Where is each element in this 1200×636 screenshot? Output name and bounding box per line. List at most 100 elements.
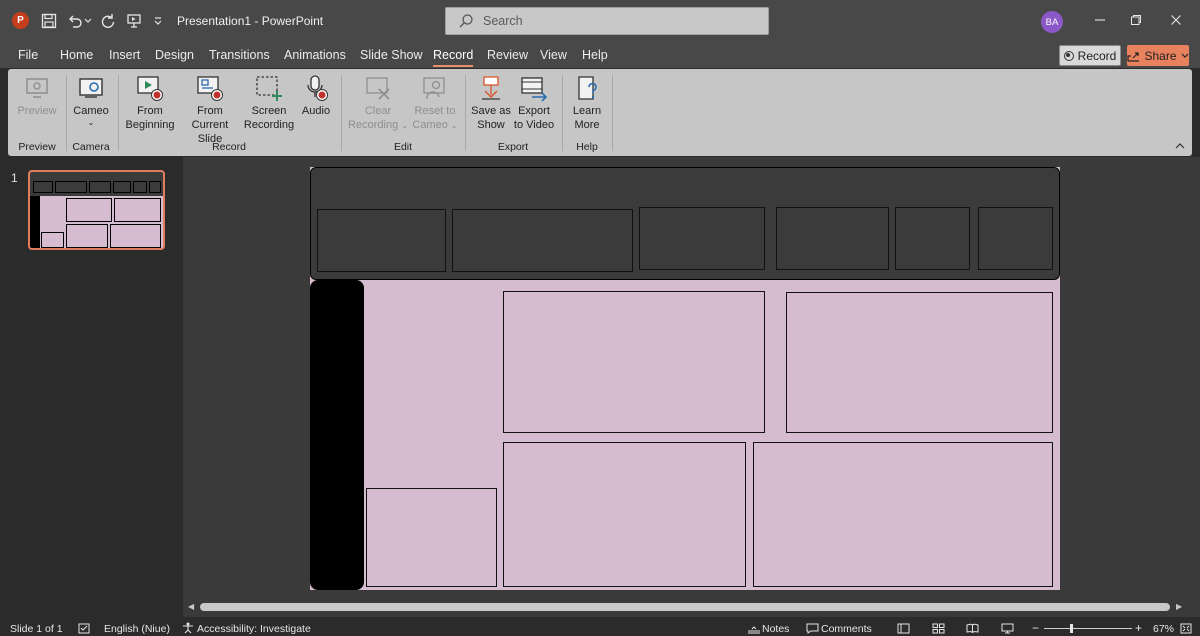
record-button-label: Record <box>1077 48 1117 63</box>
cameo-label: Cameo <box>73 105 109 117</box>
audio-button[interactable]: Audio <box>296 73 336 118</box>
slide-box[interactable] <box>895 207 970 270</box>
slide-counter: Slide 1 of 1 <box>10 623 63 635</box>
share-button-label: Share <box>1144 48 1177 63</box>
close-icon[interactable] <box>1162 8 1190 32</box>
learn-more-label: Learn <box>572 105 602 117</box>
save-as-show-button[interactable]: Save as Show <box>470 73 512 132</box>
tab-file[interactable]: File <box>18 48 38 62</box>
tab-transitions[interactable]: Transitions <box>209 48 270 62</box>
preview-label: Preview <box>17 105 57 117</box>
search-placeholder: Search <box>483 14 523 28</box>
slide-box[interactable] <box>776 207 889 270</box>
spelling-check-icon[interactable] <box>78 623 90 634</box>
search-box[interactable]: Search <box>445 7 769 35</box>
slide-box[interactable] <box>452 209 633 272</box>
audio-icon <box>307 75 328 101</box>
record-button[interactable]: Record <box>1059 45 1121 66</box>
zoom-in-button[interactable]: + <box>1135 621 1142 635</box>
normal-view-icon[interactable] <box>897 623 910 634</box>
thumb-box <box>110 224 161 248</box>
present-icon[interactable] <box>124 11 144 31</box>
reading-view-icon[interactable] <box>966 623 979 634</box>
save-as-show-label: Save as <box>471 105 511 117</box>
redo-icon[interactable] <box>98 11 118 31</box>
preview-button[interactable]: Preview <box>14 73 60 118</box>
slide-box[interactable] <box>639 207 765 270</box>
screen-recording-button[interactable]: Screen Recording <box>242 73 296 132</box>
notes-button[interactable]: Notes <box>762 623 789 635</box>
slide-sorter-icon[interactable] <box>932 623 945 634</box>
clear-recording-label: Clear <box>364 105 392 117</box>
restore-icon[interactable] <box>1122 8 1150 32</box>
tab-insert[interactable]: Insert <box>109 48 140 62</box>
search-icon <box>459 14 473 28</box>
thumb-side-bar <box>30 196 40 248</box>
reset-to-cameo-icon <box>423 77 445 100</box>
clear-recording-label-2: Recording <box>348 119 399 131</box>
record-from-current-slide-icon <box>197 76 223 101</box>
group-divider <box>118 75 119 151</box>
group-label-preview: Preview <box>18 141 56 153</box>
clear-recording-icon <box>366 77 390 100</box>
tab-review[interactable]: Review <box>487 48 528 62</box>
save-icon[interactable] <box>39 11 59 31</box>
undo-dropdown-icon[interactable] <box>82 11 94 31</box>
slide-side-bar[interactable] <box>310 280 364 590</box>
cameo-button[interactable]: Cameo ⌄ <box>70 73 112 128</box>
record-from-beginning-label: From <box>137 105 163 117</box>
slide-box[interactable] <box>753 442 1053 587</box>
export-to-video-button[interactable]: Export to Video <box>512 73 556 132</box>
slide-thumbnail-number: 1 <box>11 171 18 185</box>
scroll-right-icon[interactable]: ▶ <box>1176 602 1182 611</box>
slide-box[interactable] <box>786 292 1053 433</box>
tab-slide-show[interactable]: Slide Show <box>360 48 423 62</box>
learn-more-button[interactable]: Learn More <box>566 73 608 132</box>
share-icon <box>1127 51 1140 62</box>
clear-recording-button[interactable]: Clear Recording ⌄ <box>346 73 410 133</box>
zoom-out-button[interactable]: − <box>1032 621 1039 635</box>
scroll-left-icon[interactable]: ◀ <box>188 602 194 611</box>
slide-box[interactable] <box>317 209 446 272</box>
minimize-icon[interactable] <box>1086 8 1114 32</box>
slide-thumbnail[interactable] <box>28 170 165 250</box>
slide-box[interactable] <box>503 291 765 433</box>
slide-canvas[interactable] <box>310 167 1060 590</box>
tab-home[interactable]: Home <box>60 48 93 62</box>
slide-box[interactable] <box>366 488 497 587</box>
tab-design[interactable]: Design <box>155 48 194 62</box>
reset-to-cameo-button[interactable]: Reset to Cameo ⌄ <box>410 73 460 133</box>
tab-animations[interactable]: Animations <box>284 48 346 62</box>
share-button[interactable]: Share <box>1127 45 1189 66</box>
tab-record[interactable]: Record <box>433 48 474 67</box>
thumb-box <box>55 181 87 193</box>
tab-view[interactable]: View <box>540 48 567 62</box>
scrollbar-thumb[interactable] <box>200 603 1170 611</box>
zoom-slider[interactable] <box>1044 628 1132 629</box>
tab-help[interactable]: Help <box>582 48 608 62</box>
user-avatar[interactable]: BA <box>1041 11 1063 33</box>
group-divider <box>66 75 67 151</box>
record-from-beginning-label-2: Beginning <box>125 119 175 131</box>
group-label-record: Record <box>212 141 246 153</box>
language-indicator[interactable]: English (Niue) <box>104 623 170 635</box>
horizontal-scrollbar[interactable]: ◀ ▶ <box>183 599 1200 615</box>
slide-show-view-icon[interactable] <box>1001 623 1014 634</box>
group-divider <box>341 75 342 151</box>
title-bar: P Presentation1 - PowerPoint Search BA <box>0 0 1200 42</box>
zoom-level[interactable]: 67% <box>1153 623 1174 635</box>
slide-box[interactable] <box>978 207 1053 270</box>
save-as-show-icon <box>482 76 500 100</box>
thumb-box <box>114 198 161 222</box>
record-from-current-slide-button[interactable]: From Current Slide <box>178 73 242 146</box>
collapse-ribbon-icon[interactable] <box>1174 141 1186 151</box>
accessibility-status[interactable]: Accessibility: Investigate <box>197 623 311 635</box>
comments-button[interactable]: Comments <box>821 623 872 635</box>
audio-label: Audio <box>301 105 331 117</box>
fit-to-window-icon[interactable] <box>1180 623 1192 634</box>
thumb-box <box>133 181 147 193</box>
customize-toolbar-icon[interactable] <box>151 11 165 31</box>
zoom-slider-thumb[interactable] <box>1070 624 1073 633</box>
record-from-beginning-button[interactable]: From Beginning <box>122 73 178 132</box>
slide-box[interactable] <box>503 442 746 587</box>
